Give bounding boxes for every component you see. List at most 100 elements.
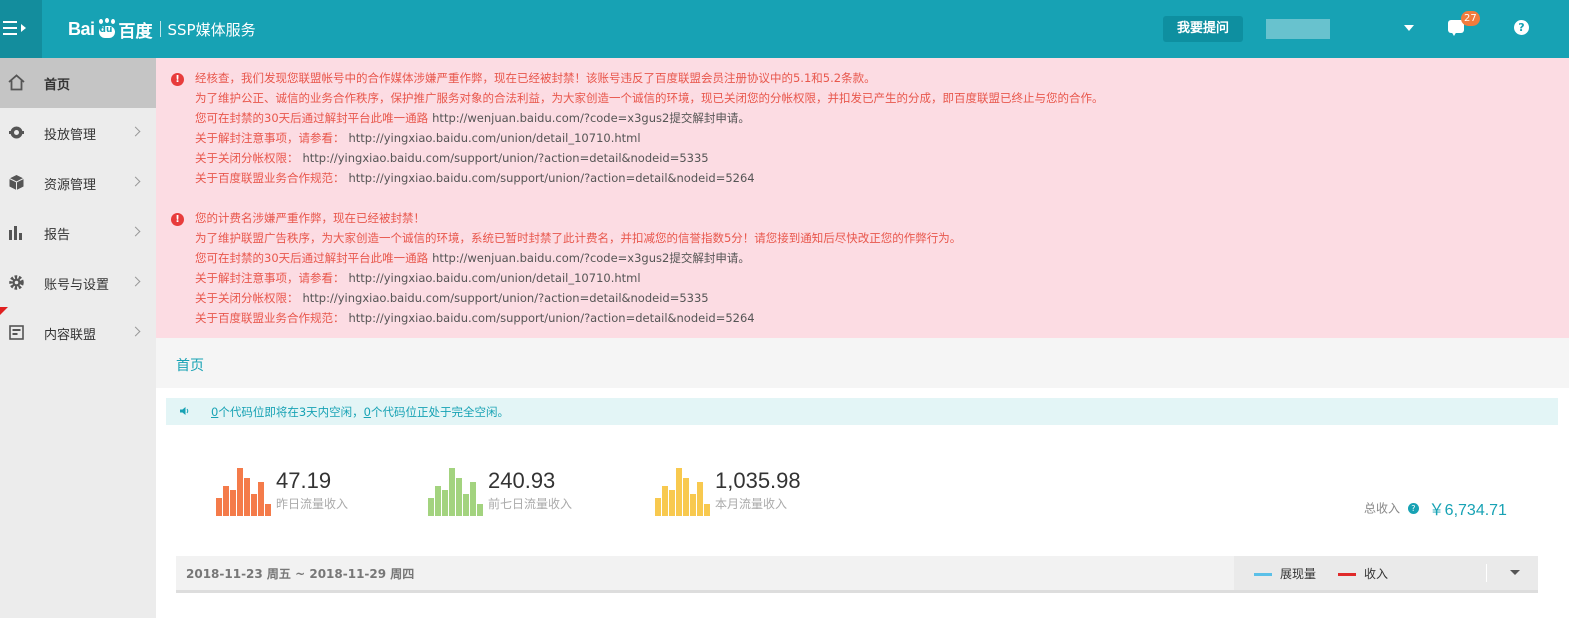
mini-bar: [223, 486, 229, 516]
service-name: SSP媒体服务: [167, 20, 256, 39]
paw-icon: du: [96, 18, 118, 39]
date-range-text: 2018-11-23 周五 ~ 2018-11-29 周四: [186, 567, 415, 581]
mini-bar: [230, 490, 236, 516]
chevron-right-icon: [130, 276, 141, 287]
mini-bar: [683, 478, 689, 516]
range-bar-shadow: [176, 590, 1538, 593]
alert-link[interactable]: http://yingxiao.baidu.com/union/detail_1…: [349, 271, 641, 285]
help-icon[interactable]: ?: [1407, 502, 1419, 514]
menu-toggle-button[interactable]: [0, 0, 42, 58]
chart-legend-selector[interactable]: 展现量 收入: [1234, 556, 1538, 590]
alert-exclamation-icon: !: [171, 213, 184, 226]
mini-bar-chart-icon: [655, 462, 711, 516]
cube-icon: [9, 175, 24, 190]
idle-now-count-link[interactable]: 0: [364, 405, 371, 419]
alert-line: 关于百度联盟业务合作规范： http://yingxiao.baidu.com/s…: [195, 311, 755, 325]
legend-item-impressions[interactable]: 展现量: [1254, 565, 1316, 582]
bar-chart-icon: [9, 226, 22, 240]
alert-link[interactable]: http://wenjuan.baidu.com/?code=x3gus2提交解…: [432, 111, 750, 125]
sidebar-item-label: 账号与设置: [44, 278, 110, 293]
alert-link[interactable]: http://yingxiao.baidu.com/support/union/…: [349, 311, 755, 325]
speaker-icon: [180, 407, 189, 415]
stat-label: 本月流量收入: [715, 497, 788, 511]
sidebar-item-delivery[interactable]: 投放管理: [0, 108, 156, 158]
user-dropdown-chevron-icon[interactable]: [1404, 25, 1414, 31]
mini-bar: [456, 478, 462, 516]
alert-link[interactable]: http://wenjuan.baidu.com/?code=x3gus2提交解…: [432, 251, 750, 265]
mini-bar: [244, 478, 250, 516]
sidebar-item-account-settings[interactable]: 账号与设置: [0, 258, 156, 308]
alert-line: 您可在封禁的30天后通过解封平台此唯一通路 http://wenjuan.baid…: [195, 251, 750, 265]
mini-bar: [662, 486, 668, 516]
sidebar: 首页 投放管理 资源管理 报告 账号与设置 内容联盟: [0, 58, 156, 618]
alert-line: 经核查，我们发现您联盟帐号中的合作媒体涉嫌严重作弊，现在已经被封禁！该账号违反了…: [195, 71, 876, 85]
sidebar-item-resources[interactable]: 资源管理: [0, 158, 156, 208]
mini-bar: [676, 468, 682, 516]
logo-bai-text: Bai: [68, 18, 95, 39]
top-bar: Bai du 百度 SSP媒体服务 我要提问 27 ?: [0, 0, 1569, 58]
mini-bar: [265, 504, 271, 516]
chevron-right-icon: [130, 176, 141, 187]
mini-bar: [237, 468, 243, 516]
alert-line: 您可在封禁的30天后通过解封平台此唯一通路 http://wenjuan.baid…: [195, 111, 750, 125]
chevron-right-icon: [130, 126, 141, 137]
alert-line: 关于关闭分帐权限： http://yingxiao.baidu.com/suppo…: [195, 151, 709, 165]
mini-bar: [690, 494, 696, 516]
mini-bar: [442, 490, 448, 516]
alert-link[interactable]: http://yingxiao.baidu.com/support/union/…: [303, 291, 709, 305]
stat-value: 240.93: [488, 468, 556, 493]
user-name-blurred[interactable]: [1266, 19, 1330, 39]
mini-bar: [216, 498, 222, 516]
alert-line: 为了维护公正、诚信的业务合作秩序，保护推广服务对象的合法利益，为大家创造一个诚信…: [195, 91, 1104, 105]
alert-link[interactable]: http://yingxiao.baidu.com/union/detail_1…: [349, 131, 641, 145]
mini-bar: [428, 498, 434, 516]
ask-question-button[interactable]: 我要提问: [1163, 16, 1243, 42]
stat-value: 1,035.98: [715, 468, 801, 493]
total-income-label: 总收入: [1364, 501, 1401, 516]
logo-du-text: du: [99, 25, 113, 35]
mini-bar: [477, 504, 483, 516]
idle-slot-notice: 0个代码位即将在3天内空闲，0个代码位正处于完全空闲。: [166, 398, 1558, 425]
gear-icon: [9, 275, 24, 290]
sidebar-item-label: 内容联盟: [44, 328, 97, 343]
new-flag-corner: [0, 307, 8, 315]
legend-swatch: [1338, 573, 1356, 576]
chevron-right-icon: [130, 226, 141, 237]
page-header: 首页: [156, 338, 1569, 388]
mini-bar: [697, 482, 703, 516]
legend-swatch: [1254, 573, 1272, 576]
mini-bar: [435, 486, 441, 516]
alert-link[interactable]: http://yingxiao.baidu.com/support/union/…: [349, 171, 755, 185]
alert-link[interactable]: http://yingxiao.baidu.com/support/union/…: [303, 151, 709, 165]
mini-bar: [251, 494, 257, 516]
alert-exclamation-icon: !: [171, 73, 184, 86]
logo-cn-text: 百度: [118, 21, 153, 42]
legend-divider: [1486, 564, 1487, 582]
legend-item-income[interactable]: 收入: [1338, 565, 1388, 582]
sidebar-item-reports[interactable]: 报告: [0, 208, 156, 258]
sidebar-item-content-union[interactable]: 内容联盟: [0, 308, 156, 358]
mini-bar: [704, 504, 710, 516]
total-income-value: ￥6,734.71: [1428, 502, 1507, 519]
stat-value: 47.19: [276, 468, 332, 493]
page-title: 首页: [176, 358, 204, 374]
logo-separator: [159, 21, 161, 37]
mini-bar-chart-icon: [216, 462, 272, 516]
alert-line: 为了维护联盟广告秩序，为大家创造一个诚信的环境，系统已暂时封禁了此计费名，并扣减…: [195, 231, 962, 245]
mini-bar: [463, 494, 469, 516]
sidebar-item-home[interactable]: 首页: [0, 58, 156, 108]
help-icon[interactable]: ?: [1514, 20, 1529, 35]
sidebar-item-label: 首页: [44, 78, 71, 93]
alert-line: 您的计费名涉嫌严重作弊，现在已经被封禁！: [195, 211, 425, 225]
baidu-logo[interactable]: Bai du 百度 SSP媒体服务: [68, 14, 256, 44]
ban-alerts-panel: ! 经核查，我们发现您联盟帐号中的合作媒体涉嫌严重作弊，现在已经被封禁！该账号违…: [156, 58, 1569, 338]
alert-line: 关于关闭分帐权限： http://yingxiao.baidu.com/suppo…: [195, 291, 709, 305]
mini-bar-chart-icon: [428, 462, 484, 516]
stat-label: 昨日流量收入: [276, 497, 349, 511]
mini-bar: [470, 482, 476, 516]
alert-line: 关于解封注意事项，请参看： http://yingxiao.baidu.com/u…: [195, 271, 641, 285]
sidebar-item-label: 投放管理: [44, 128, 97, 143]
sidebar-item-label: 报告: [44, 228, 71, 243]
chevron-down-icon[interactable]: [1510, 570, 1520, 575]
message-count-badge[interactable]: 27: [1461, 11, 1480, 26]
